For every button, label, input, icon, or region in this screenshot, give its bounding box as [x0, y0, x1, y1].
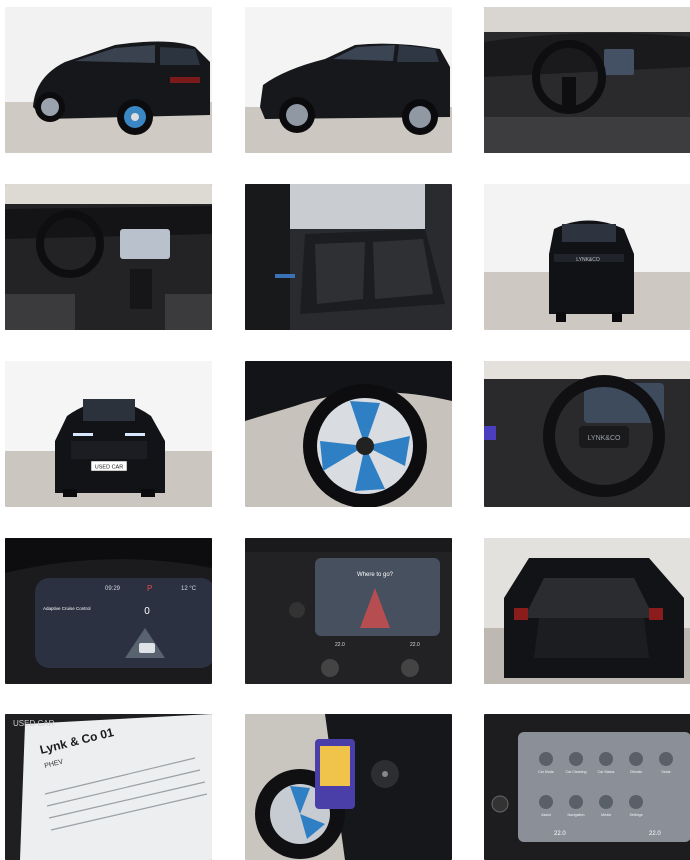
front-plate-text: USED CAR: [95, 465, 123, 471]
photo-exterior-side: [245, 7, 452, 153]
photo-thumbnail[interactable]: Where to go? 22.0 22.0: [245, 538, 452, 684]
photo-thumbnail[interactable]: [245, 7, 452, 153]
cluster-temp: 12 °C: [181, 586, 197, 592]
settings-label: Settings: [630, 813, 643, 817]
photo-exterior-front: USED CAR: [5, 361, 212, 507]
photo-thumbnail[interactable]: LYNK&CO: [484, 361, 690, 507]
settings-label: Climate: [630, 770, 642, 774]
photo-dashboard: [484, 7, 690, 153]
photo-thumbnail[interactable]: [484, 538, 690, 684]
settings-label: Car Mode: [538, 770, 554, 774]
photo-rear-seats: [245, 184, 452, 330]
screen-temp-left: 22.0: [335, 642, 345, 648]
photo-thumbnail[interactable]: [245, 361, 452, 507]
photo-thumbnail[interactable]: Car Mode Car Cleaning Car Status Climate…: [484, 714, 690, 860]
photo-thumbnail[interactable]: [484, 7, 690, 153]
photo-thumbnail[interactable]: [5, 7, 212, 153]
photo-thumbnail[interactable]: [5, 184, 212, 330]
photo-steering-wheel: LYNK&CO: [484, 361, 690, 507]
rear-badge: LYNK&CO: [576, 257, 600, 263]
photo-thumbnail[interactable]: [245, 714, 452, 860]
settings-label: Assist: [541, 813, 551, 817]
photo-thumbnail[interactable]: USED CAR Lynk & Co 01 PHEV: [5, 714, 212, 860]
cluster-speed: 0: [144, 606, 150, 617]
photo-instrument-cluster: 09:29 P 12 °C 0 Adaptive Cruise Control: [5, 538, 212, 684]
settings-label: Media: [601, 813, 611, 817]
settings-temp-right: 22.0: [649, 831, 661, 837]
photo-thumbnail[interactable]: 09:29 P 12 °C 0 Adaptive Cruise Control: [5, 538, 212, 684]
screen-temp-right: 22.0: [410, 642, 420, 648]
cluster-acc-label: Adaptive Cruise Control: [43, 606, 91, 611]
sheet-header: USED CAR: [13, 719, 55, 728]
photo-open-trunk: [484, 538, 690, 684]
photo-thumbnail[interactable]: LYNK&CO: [484, 184, 690, 330]
photo-thumbnail[interactable]: [245, 184, 452, 330]
settings-label: Seats: [661, 770, 670, 774]
wheel-badge: LYNK&CO: [588, 435, 621, 442]
photo-infotainment: Where to go? 22.0 22.0: [245, 538, 452, 684]
photo-settings-screen: Car Mode Car Cleaning Car Status Climate…: [484, 714, 690, 860]
photo-exterior-rear: LYNK&CO: [484, 184, 690, 330]
settings-temp-left: 22.0: [554, 831, 566, 837]
screen-prompt: Where to go?: [357, 572, 394, 578]
photo-charging-port: [245, 714, 452, 860]
cluster-gear: P: [147, 584, 152, 593]
cluster-time: 09:29: [105, 586, 121, 592]
settings-label: Navigation: [568, 813, 585, 817]
photo-interior-cockpit: [5, 184, 212, 330]
photo-info-sheet: USED CAR Lynk & Co 01 PHEV: [5, 714, 212, 860]
photo-thumbnail[interactable]: USED CAR: [5, 361, 212, 507]
settings-label: Car Cleaning: [566, 770, 587, 774]
photo-wheel-closeup: [245, 361, 452, 507]
photo-exterior-rear-quarter: [5, 7, 212, 153]
photo-gallery: LYNK&CO USED CAR LYNK&CO 09:29 P 12 °C 0…: [0, 0, 690, 860]
settings-label: Car Status: [598, 770, 615, 774]
